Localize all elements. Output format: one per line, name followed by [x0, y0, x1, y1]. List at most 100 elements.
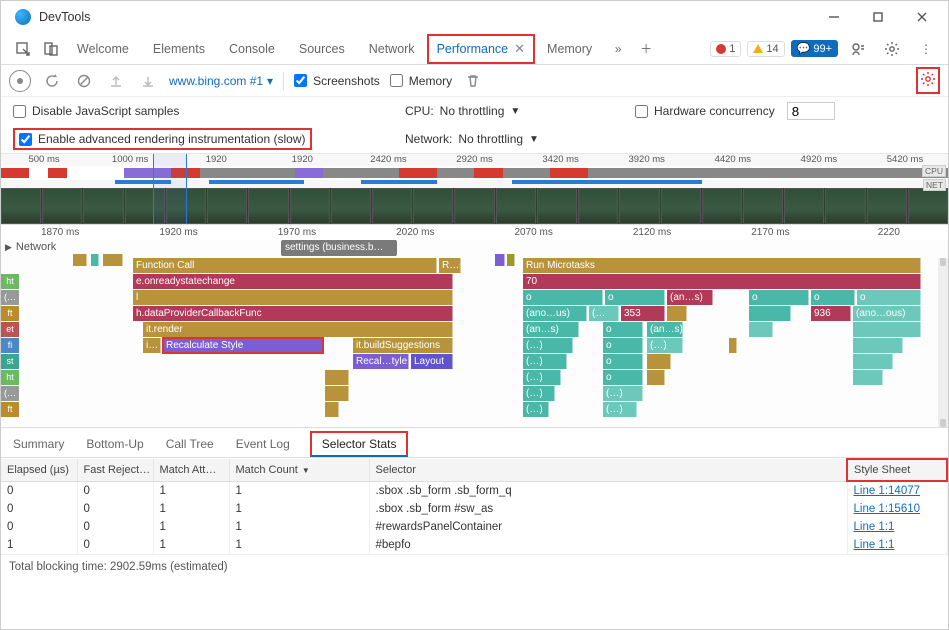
bar-run-microtasks[interactable]: Run Microtasks: [523, 258, 921, 273]
col-elapsed[interactable]: Elapsed (µs): [1, 459, 77, 481]
bar-recalculate-style[interactable]: Recalculate Style: [163, 338, 323, 353]
table-row[interactable]: 0011#rewardsPanelContainerLine 1:1: [1, 518, 947, 536]
col-match-count[interactable]: Match Count▼: [229, 459, 369, 481]
bar-function-aell[interactable]: Function Call: [133, 258, 437, 273]
overview-screenshots: [1, 188, 948, 224]
overview-frames: NET: [1, 180, 948, 188]
stylesheet-link[interactable]: Line 1:1: [854, 539, 895, 551]
bar-recal2[interactable]: Recal…tyle: [353, 354, 409, 369]
inspect-icon[interactable]: [9, 35, 37, 63]
col-match-att[interactable]: Match Att…: [153, 459, 229, 481]
tab-welcome[interactable]: Welcome: [65, 33, 141, 65]
capture-settings-button[interactable]: [916, 67, 940, 94]
network-throttle-select[interactable]: No throttling▼: [458, 132, 539, 146]
net-lane-label: NET: [923, 179, 946, 191]
table-row[interactable]: 0011.sbox .sb_form #sw_asLine 1:15610: [1, 500, 947, 518]
disable-js-checkbox[interactable]: Disable JavaScript samples: [13, 104, 405, 118]
maximize-button[interactable]: [856, 2, 900, 32]
tab-network[interactable]: Network: [357, 33, 427, 65]
devtools-logo-icon: [15, 9, 31, 25]
settings-row-2: Enable advanced rendering instrumentatio…: [1, 125, 948, 153]
panel-tabstrip: Welcome Elements Console Sources Network…: [1, 33, 948, 65]
stylesheet-link[interactable]: Line 1:15610: [854, 503, 921, 515]
stylesheet-link[interactable]: Line 1:14077: [854, 485, 921, 497]
overview-panel[interactable]: 500 ms1000 ms19201920 2420 ms2920 ms3420…: [1, 153, 948, 224]
status-footer: Total blocking time: 2902.59ms (estimate…: [1, 554, 948, 579]
bar-hdata[interactable]: h.dataProviderCallbackFunc: [133, 306, 453, 321]
tab-selector-stats[interactable]: Selector Stats: [310, 431, 409, 457]
sort-desc-icon: ▼: [302, 466, 310, 475]
more-tabs-icon[interactable]: »: [604, 35, 632, 63]
more-icon[interactable]: ⋮: [912, 35, 940, 63]
bar-itrender[interactable]: it.render: [143, 322, 453, 337]
close-button[interactable]: [900, 2, 944, 32]
bar-r-s[interactable]: R…s: [439, 258, 461, 273]
memory-checkbox[interactable]: Memory: [390, 74, 452, 88]
screenshots-checkbox[interactable]: Screenshots: [294, 74, 380, 88]
settings-row-1: Disable JavaScript samples CPU: No throt…: [1, 97, 948, 125]
tab-memory[interactable]: Memory: [535, 33, 604, 65]
tab-summary[interactable]: Summary: [11, 431, 66, 457]
titlebar: DevTools: [1, 1, 948, 33]
minimize-button[interactable]: [812, 2, 856, 32]
tab-performance-label: Performance: [437, 42, 509, 56]
network-label: Network:: [405, 132, 452, 146]
tab-performance[interactable]: Performance ✕: [427, 34, 535, 64]
tab-elements[interactable]: Elements: [141, 33, 217, 65]
download-icon[interactable]: [137, 70, 159, 92]
bar-layout[interactable]: Layout: [411, 354, 453, 369]
add-tab-icon[interactable]: ＋: [632, 35, 660, 63]
table-row[interactable]: 0011.sbox .sb_form .sb_form_qLine 1:1407…: [1, 481, 947, 500]
bar-buildsuggestions[interactable]: it.buildSuggestions: [353, 338, 453, 353]
hardware-concurrency-checkbox[interactable]: Hardware concurrency: [635, 104, 775, 118]
clear-button[interactable]: [73, 70, 95, 92]
settings-request-bar[interactable]: settings (business.b…: [281, 240, 397, 256]
messages-badge[interactable]: 💬 99+: [791, 40, 838, 57]
warnings-badge[interactable]: 14: [747, 41, 784, 57]
advanced-rendering-checkbox[interactable]: [19, 133, 32, 146]
selector-stats-table: Elapsed (µs) Fast Reject… Match Att… Mat…: [1, 458, 948, 554]
chevron-down-icon: ▾: [267, 74, 273, 88]
col-selector[interactable]: Selector: [369, 459, 847, 481]
overview-activity: CPU: [1, 166, 948, 180]
bar-l[interactable]: l: [133, 290, 453, 305]
trash-icon[interactable]: [462, 70, 484, 92]
flame-chart[interactable]: ▶Network settings (business.b… ht (… ft …: [1, 240, 948, 428]
perf-toolbar: www.bing.com #1▾ Screenshots Memory: [1, 65, 948, 97]
tab-bottom-up[interactable]: Bottom-Up: [84, 431, 145, 457]
tab-sources[interactable]: Sources: [287, 33, 357, 65]
advanced-rendering-label: Enable advanced rendering instrumentatio…: [38, 132, 306, 146]
cpu-label: CPU:: [405, 104, 434, 118]
chevron-down-icon: ▼: [529, 134, 539, 145]
errors-badge[interactable]: 1: [710, 41, 741, 57]
cpu-lane-label: CPU: [922, 165, 946, 177]
network-track-header[interactable]: ▶Network: [1, 240, 60, 254]
tab-call-tree[interactable]: Call Tree: [164, 431, 216, 457]
window-title: DevTools: [39, 10, 90, 24]
col-stylesheet[interactable]: Style Sheet: [847, 459, 947, 481]
tab-console[interactable]: Console: [217, 33, 287, 65]
record-button[interactable]: [9, 70, 31, 92]
table-row[interactable]: 1011#bepfoLine 1:1: [1, 536, 947, 554]
bar-onreadystate[interactable]: e.onreadystatechange: [133, 274, 453, 289]
upload-icon[interactable]: [105, 70, 127, 92]
col-fast-reject[interactable]: Fast Reject…: [77, 459, 153, 481]
device-icon[interactable]: [37, 35, 65, 63]
chevron-right-icon: ▶: [5, 242, 12, 253]
bar-70[interactable]: 70: [523, 274, 921, 289]
hardware-concurrency-input[interactable]: [787, 102, 835, 120]
cpu-throttle-select[interactable]: No throttling▼: [440, 104, 521, 118]
feedback-icon[interactable]: [844, 35, 872, 63]
flame-scrollbar[interactable]: [938, 258, 948, 427]
detail-ruler: 1870 ms1920 ms1970 ms2020 ms2070 ms2120 …: [1, 224, 948, 240]
close-panel-icon[interactable]: ✕: [514, 41, 525, 57]
reload-record-button[interactable]: [41, 70, 63, 92]
stylesheet-link[interactable]: Line 1:1: [854, 521, 895, 533]
overview-ruler: 500 ms1000 ms19201920 2420 ms2920 ms3420…: [1, 154, 948, 166]
chevron-down-icon: ▼: [510, 106, 520, 117]
overview-viewport[interactable]: [153, 154, 187, 224]
tab-event-log[interactable]: Event Log: [234, 431, 292, 457]
settings-icon[interactable]: [878, 35, 906, 63]
recording-dropdown[interactable]: www.bing.com #1▾: [169, 74, 273, 88]
bar-i[interactable]: i…: [143, 338, 161, 353]
